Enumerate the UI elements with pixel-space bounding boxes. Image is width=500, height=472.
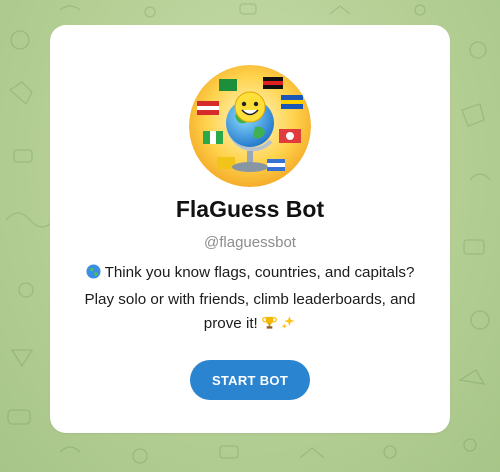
description-line-2: Play solo or with friends, climb leaderb… [84,290,416,308]
start-bot-button[interactable]: START BOT [190,360,310,400]
bot-description: Think you know flags, countries, and cap… [68,261,432,339]
description-line-1: Think you know flags, countries, and cap… [104,264,415,281]
bot-username: @flaguessbot [204,234,296,251]
bot-avatar [189,65,311,187]
bot-info-card: FlaGuess Bot @flaguessbot Think you know… [50,25,450,433]
globe-with-flags-smiley-avatar-icon [189,65,311,187]
sparkles-icon [281,314,296,339]
description-line-3: prove it! [203,315,258,332]
trophy-icon [262,314,277,339]
bot-name: FlaGuess Bot [175,196,325,222]
globe-icon [86,263,101,288]
